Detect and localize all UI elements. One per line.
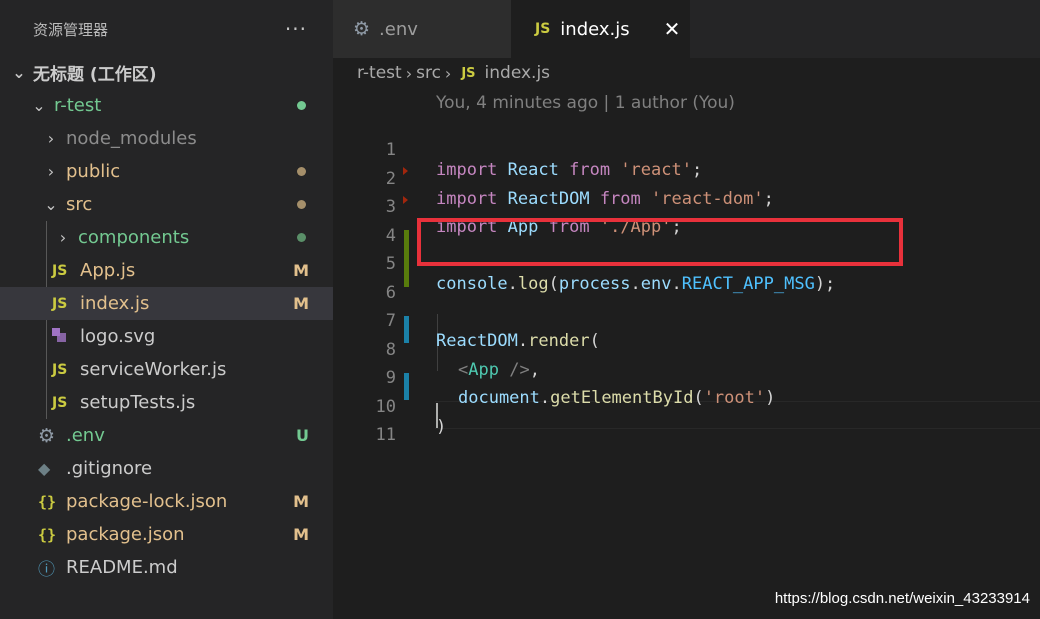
tree-item-readme[interactable]: ⓘ README.md xyxy=(0,551,333,584)
tree-item-package-json[interactable]: {} package.json M xyxy=(0,518,333,551)
chevron-down-icon: ⌄ xyxy=(12,63,26,82)
git-icon: ◆ xyxy=(38,459,51,478)
tree-item-label: public xyxy=(66,161,121,182)
explorer-sidebar: 资源管理器 ··· ⌄ 无标题 (工作区) ⌄ r-test › node_mo… xyxy=(0,0,333,619)
chevron-down-icon: ⌄ xyxy=(32,96,46,115)
breadcrumb-item[interactable]: src xyxy=(416,63,441,83)
close-icon[interactable]: ✕ xyxy=(664,17,681,41)
git-status-badge: U xyxy=(296,426,309,445)
tree-item-label: r-test xyxy=(54,95,102,116)
tree-item-src[interactable]: ⌄ src xyxy=(0,188,333,221)
git-status-badge: M xyxy=(293,525,309,544)
tree-item-label: package-lock.json xyxy=(66,491,228,512)
tab-label: .env xyxy=(379,18,418,40)
tree-item-label: setupTests.js xyxy=(80,392,196,413)
tree-item-label: serviceWorker.js xyxy=(80,359,227,380)
status-dot xyxy=(297,233,306,242)
tree-item-package-lock[interactable]: {} package-lock.json M xyxy=(0,485,333,518)
js-file-icon: JS xyxy=(461,65,476,81)
js-file-icon: JS xyxy=(52,394,68,411)
tab-env[interactable]: ⚙ .env xyxy=(333,0,511,58)
git-status-badge: M xyxy=(293,492,309,511)
explorer-title: 资源管理器 xyxy=(33,20,109,39)
watermark: https://blog.csdn.net/weixin_43233914 xyxy=(774,590,1030,607)
json-file-icon: {} xyxy=(38,492,57,511)
tree-item-components[interactable]: › components xyxy=(0,221,333,254)
breadcrumb-item[interactable]: r-test xyxy=(357,63,402,83)
js-file-icon: JS xyxy=(52,295,68,312)
tree-item-logo-svg[interactable]: logo.svg xyxy=(0,320,333,353)
js-file-icon: JS xyxy=(535,21,551,37)
git-status-badge: M xyxy=(293,294,309,313)
tab-label: index.js xyxy=(560,18,630,40)
code-line[interactable]: 10 ) xyxy=(333,373,1040,437)
info-icon: ⓘ xyxy=(38,560,55,580)
gear-icon: ⚙ xyxy=(353,18,371,40)
code-line[interactable]: 7 ReactDOM.render( xyxy=(333,287,1040,351)
svg-file-icon xyxy=(52,327,80,346)
workspace-header[interactable]: ⌄ 无标题 (工作区) xyxy=(0,56,333,89)
explorer-header: 资源管理器 ··· xyxy=(0,0,333,58)
json-file-icon: {} xyxy=(38,525,57,544)
tree-item-node-modules[interactable]: › node_modules xyxy=(0,122,333,155)
more-actions-icon[interactable]: ··· xyxy=(285,17,307,41)
chevron-right-icon: › xyxy=(444,63,452,83)
tab-bar: ⚙ .env JS index.js ✕ xyxy=(333,0,1040,58)
tree-item-setup-tests[interactable]: JS setupTests.js xyxy=(0,386,333,419)
breadcrumb-item[interactable]: index.js xyxy=(485,63,551,83)
line-number: 11 xyxy=(375,425,396,445)
status-dot xyxy=(297,101,306,110)
code-line[interactable]: 2 import ReactDOM from 'react-dom'; xyxy=(333,145,1040,209)
tree-item-label: .env xyxy=(66,425,105,446)
text-cursor xyxy=(436,403,438,428)
tree-item-label: package.json xyxy=(66,524,185,545)
gear-icon: ⚙ xyxy=(38,424,56,447)
status-dot xyxy=(297,167,306,176)
tree-item-app-js[interactable]: JS App.js M xyxy=(0,254,333,287)
tree-item-label: components xyxy=(78,227,190,248)
chevron-right-icon: › xyxy=(405,63,413,83)
tree-item-env[interactable]: ⚙ .env U xyxy=(0,419,333,452)
code-line[interactable]: 3 import App from './App'; xyxy=(333,173,1040,237)
status-dot xyxy=(297,200,306,209)
tree-item-label: App.js xyxy=(80,260,136,281)
code-line[interactable]: 9 document.getElementById('root') xyxy=(333,344,1040,408)
tree-item-r-test[interactable]: ⌄ r-test xyxy=(0,89,333,122)
tree-item-label: src xyxy=(66,194,93,215)
js-file-icon: JS xyxy=(52,262,68,279)
tab-index-js[interactable]: JS index.js ✕ xyxy=(511,0,690,58)
chevron-right-icon: › xyxy=(59,228,67,247)
tree-item-label: logo.svg xyxy=(80,326,156,347)
git-status-badge: M xyxy=(293,261,309,280)
tree-item-public[interactable]: › public xyxy=(0,155,333,188)
workspace-label: 无标题 (工作区) xyxy=(33,65,157,85)
code-line[interactable]: 11 xyxy=(333,401,1040,445)
js-file-icon: JS xyxy=(52,361,68,378)
code-line[interactable]: 1 import React from 'react'; xyxy=(333,116,1040,180)
tree-item-label: index.js xyxy=(80,293,150,314)
tree-item-index-js[interactable]: JS index.js M xyxy=(0,287,333,320)
tree-item-label: .gitignore xyxy=(66,458,153,479)
tree-item-label: node_modules xyxy=(66,128,197,149)
annotation-highlight-box xyxy=(417,218,903,266)
code-line[interactable]: 8 <App />, xyxy=(333,316,1040,380)
chevron-right-icon: › xyxy=(47,129,55,148)
chevron-right-icon: › xyxy=(47,162,55,181)
tree-item-service-worker[interactable]: JS serviceWorker.js xyxy=(0,353,333,386)
codelens-blame[interactable]: You, 4 minutes ago | 1 author (You) xyxy=(436,93,735,113)
tree-item-gitignore[interactable]: ◆ .gitignore xyxy=(0,452,333,485)
tree-item-label: README.md xyxy=(66,557,178,578)
breadcrumb: r-test › src › JS index.js xyxy=(357,58,550,88)
chevron-down-icon: ⌄ xyxy=(44,195,58,214)
